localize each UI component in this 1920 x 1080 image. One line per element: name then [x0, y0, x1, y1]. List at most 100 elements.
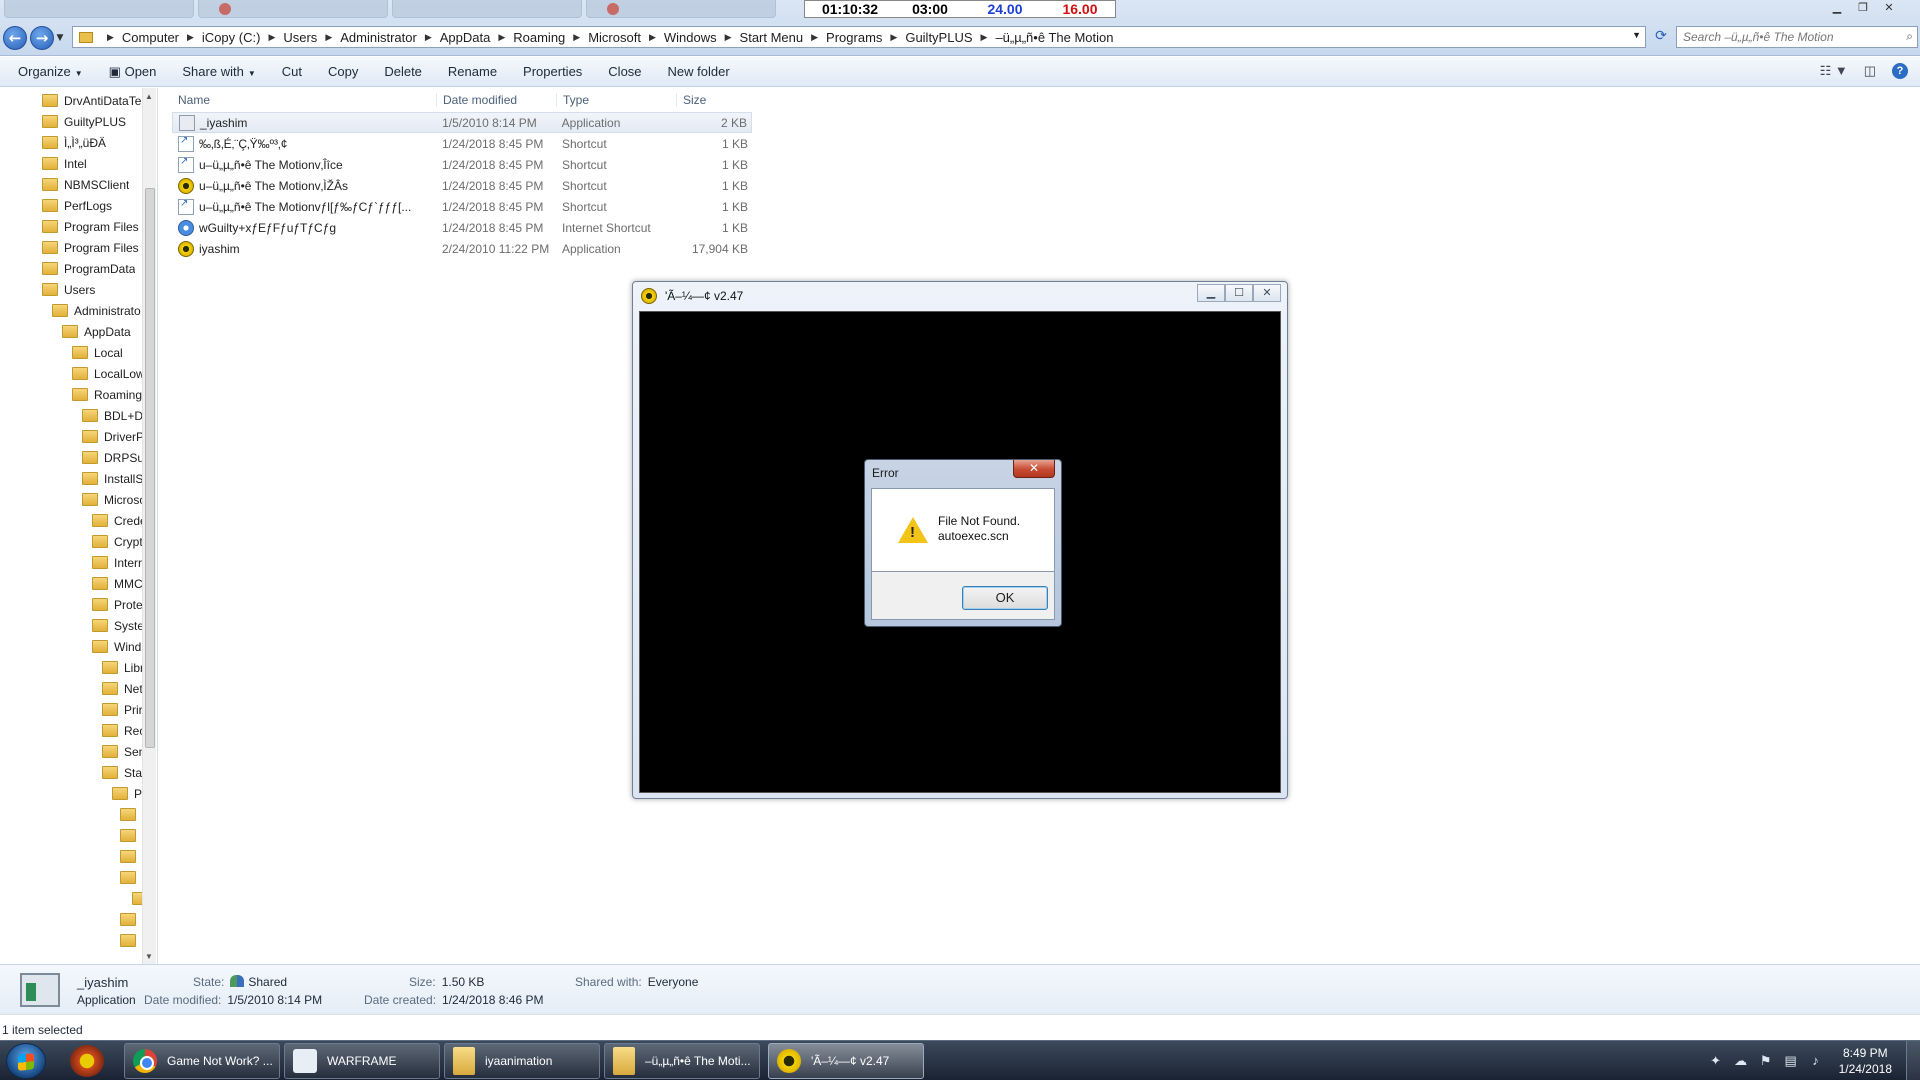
tree-item[interactable]: Libr	[102, 657, 144, 678]
column-name[interactable]: Name	[172, 93, 436, 107]
forward-button[interactable]: →	[30, 26, 54, 50]
system-clock[interactable]: 8:49 PM 1/24/2018	[1839, 1045, 1892, 1077]
breadcrumb-separator-icon[interactable]: ▶	[981, 32, 988, 43]
maximize-icon[interactable]: ❐	[1852, 0, 1874, 16]
help-icon[interactable]: ?	[1892, 63, 1908, 79]
tree-item[interactable]	[120, 825, 142, 846]
tree-item[interactable]: Rec	[102, 720, 145, 741]
file-row[interactable]: ‰‚ß‚É‚¨Ç‚Ÿ‰º³‚¢ 1/24/2018 8:45 PM Shortcut…	[172, 133, 752, 154]
tree-item[interactable]: NBMSClient	[42, 174, 129, 195]
maximize-icon[interactable]: ☐	[1225, 284, 1253, 302]
tree-item[interactable]: Crypt	[92, 531, 143, 552]
breadcrumb-item[interactable]: Administrator	[340, 30, 417, 45]
tree-item[interactable]: Users	[42, 279, 95, 300]
tree-item[interactable]: ProgramData	[42, 258, 135, 279]
tree-item[interactable]: Syster	[92, 615, 148, 636]
column-size[interactable]: Size	[676, 92, 752, 107]
tree-item[interactable]: Microso	[82, 489, 146, 510]
scroll-down-icon[interactable]: ▼	[145, 952, 153, 961]
tree-item[interactable]: MMC	[92, 573, 143, 594]
tree-item[interactable]	[120, 909, 142, 930]
taskbar-item-chrome[interactable]: Game Not Work? ...	[124, 1043, 280, 1079]
tree-item[interactable]: Interr	[92, 552, 142, 573]
tree-item[interactable]: DrvAntiDataTer	[42, 90, 145, 111]
scrollbar-thumb[interactable]	[145, 188, 155, 748]
tree-item[interactable]: Prir	[102, 699, 143, 720]
view-options-icon[interactable]: ☷ ▼	[1820, 63, 1848, 79]
tree-item[interactable]: Intel	[42, 153, 87, 174]
back-button[interactable]: ←	[3, 26, 27, 50]
scroll-up-icon[interactable]: ▲	[145, 92, 153, 101]
tree-item[interactable]: Local	[72, 342, 123, 363]
breadcrumb-item[interactable]: iCopy (C:)	[202, 30, 261, 45]
share-with-button[interactable]: Share with ▼	[182, 64, 255, 79]
breadcrumb-separator-icon[interactable]: ▶	[811, 32, 818, 43]
tree-item[interactable]: InstallSl	[82, 468, 146, 489]
open-button[interactable]: ▣ Open	[109, 64, 157, 80]
close-icon[interactable]: ✕	[1253, 284, 1281, 302]
taskbar-item-motion-folder[interactable]: –ü„µ„ñ•ê The Moti...	[604, 1043, 760, 1079]
taskbar-item-warframe[interactable]: WARFRAME	[284, 1043, 440, 1079]
network-sync-icon[interactable]: ☁	[1733, 1053, 1749, 1069]
tree-item[interactable]: PerfLogs	[42, 195, 112, 216]
breadcrumb-separator-icon[interactable]: ▶	[325, 32, 332, 43]
breadcrumb-separator-icon[interactable]: ▶	[425, 32, 432, 43]
tree-item[interactable]: AppData	[62, 321, 131, 342]
tree-item[interactable]: Star	[102, 762, 146, 783]
taskbar-item-iyaanimation[interactable]: iyaanimation	[444, 1043, 600, 1079]
action-center-icon[interactable]: ⚑	[1758, 1053, 1774, 1069]
new-folder-button[interactable]: New folder	[668, 64, 730, 79]
breadcrumb-item[interactable]: Roaming	[513, 30, 565, 45]
taskbar-item-game[interactable]: 'Ã–¼—¢ v2.47	[768, 1043, 924, 1079]
search-icon[interactable]: ⌕	[1906, 29, 1913, 44]
tree-item[interactable]: Prote	[92, 594, 143, 615]
breadcrumb-item[interactable]: Computer	[122, 30, 179, 45]
copy-button[interactable]: Copy	[328, 64, 358, 79]
tree-item[interactable]: LocalLow	[72, 363, 145, 384]
ok-button[interactable]: OK	[962, 586, 1048, 610]
file-row[interactable]: wGuilty+xƒEƒFƒuƒTƒCƒg 1/24/2018 8:45 PM In…	[172, 217, 752, 238]
tree-item[interactable]: Wind	[92, 636, 141, 657]
address-history-dropdown[interactable]: ▼	[1632, 30, 1641, 40]
preview-pane-icon[interactable]: ◫	[1864, 63, 1876, 79]
tree-item[interactable]: Pr	[112, 783, 146, 804]
breadcrumb-separator-icon[interactable]: ▶	[107, 32, 114, 43]
column-type[interactable]: Type	[556, 92, 676, 107]
start-button[interactable]	[6, 1043, 46, 1079]
tree-item[interactable]	[120, 930, 142, 951]
pinned-app-icon[interactable]	[70, 1045, 104, 1077]
address-bar[interactable]: ▶ Computer ▶ iCopy (C:) ▶ Users ▶ Administrator…	[72, 26, 1646, 48]
tree-item[interactable]: Program Files	[42, 216, 139, 237]
tree-item[interactable]: GuiltyPLUS	[42, 111, 126, 132]
breadcrumb-separator-icon[interactable]: ▶	[268, 32, 275, 43]
breadcrumb-item[interactable]: AppData	[440, 30, 491, 45]
tree-item[interactable]: Ì„Ì³„üÐÄ	[42, 132, 106, 153]
show-desktop-button[interactable]	[1906, 1041, 1920, 1080]
rename-button[interactable]: Rename	[448, 64, 497, 79]
tree-item[interactable]	[120, 867, 142, 888]
breadcrumb-item[interactable]: Users	[283, 30, 317, 45]
breadcrumb-separator-icon[interactable]: ▶	[498, 32, 505, 43]
file-row[interactable]: _iyashim 1/5/2010 8:14 PM Application 2 KB	[172, 112, 752, 133]
tree-item[interactable]: Net	[102, 678, 143, 699]
minimize-icon[interactable]: ▁	[1826, 0, 1848, 16]
tree-item[interactable]: Roaming	[72, 384, 142, 405]
breadcrumb-separator-icon[interactable]: ▶	[649, 32, 656, 43]
close-button[interactable]: Close	[608, 64, 641, 79]
breadcrumb-item[interactable]: Microsoft	[588, 30, 641, 45]
tree-item[interactable]: BDL+D	[82, 405, 143, 426]
properties-button[interactable]: Properties	[523, 64, 582, 79]
volume-icon[interactable]: ♪	[1808, 1053, 1824, 1069]
tree-item[interactable]: DriverP	[82, 426, 144, 447]
breadcrumb-separator-icon[interactable]: ▶	[187, 32, 194, 43]
breadcrumb-separator-icon[interactable]: ▶	[890, 32, 897, 43]
breadcrumb-item[interactable]: GuiltyPLUS	[905, 30, 972, 45]
file-row[interactable]: u–ü„µ„ñ•ê The Motionvƒl[ƒ‰ƒCƒ`ƒƒƒ[... 1/2…	[172, 196, 752, 217]
column-date-modified[interactable]: Date modified	[436, 92, 556, 107]
tree-item[interactable]: Sen	[102, 741, 145, 762]
navigation-scrollbar[interactable]: ▲ ▼	[142, 88, 156, 964]
close-icon[interactable]: ✕	[1013, 460, 1055, 478]
breadcrumb-separator-icon[interactable]: ▶	[573, 32, 580, 43]
recent-pages-dropdown[interactable]: ▼	[54, 33, 66, 43]
tree-item[interactable]	[120, 846, 142, 867]
